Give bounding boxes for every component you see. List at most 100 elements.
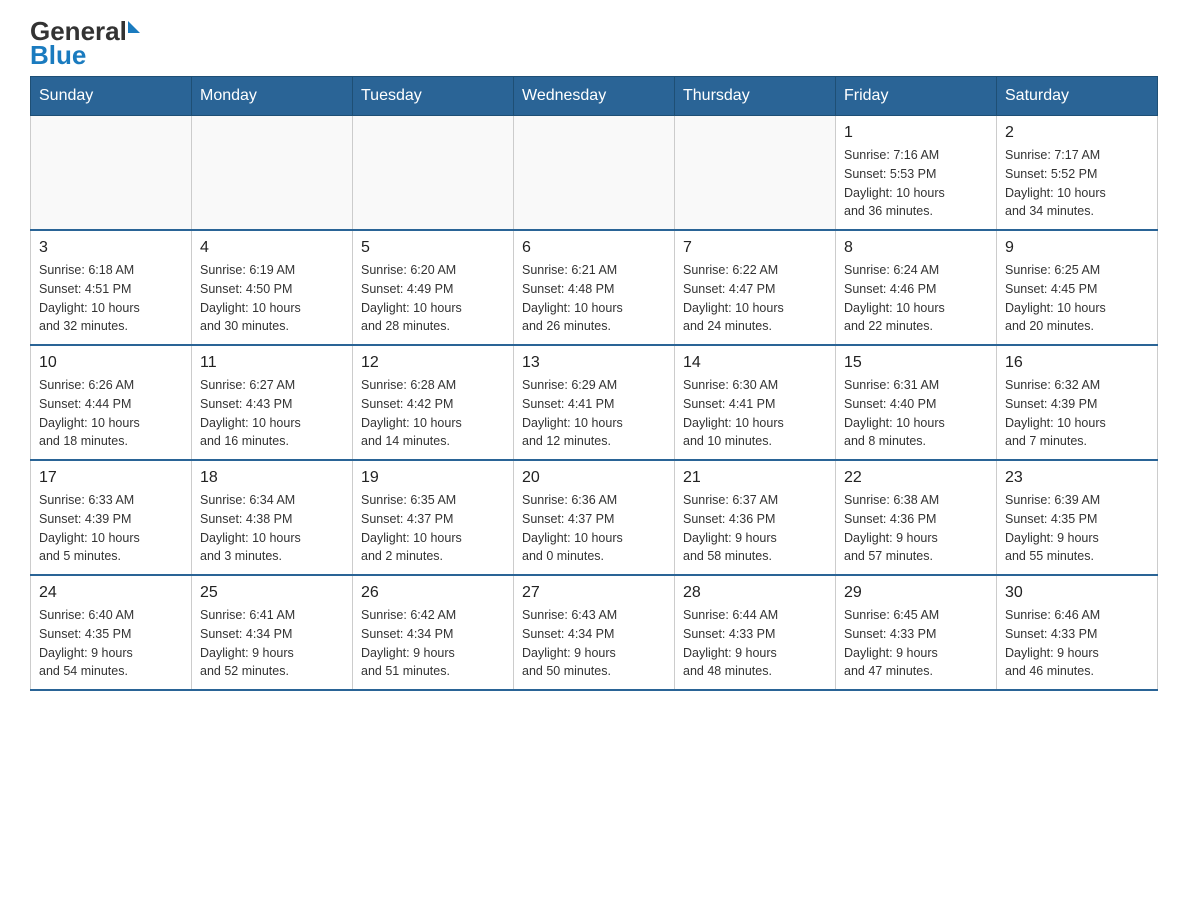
calendar-cell: 4 Sunrise: 6:19 AM Sunset: 4:50 PM Daylig… [192, 230, 353, 345]
day-number: 1 [844, 124, 988, 142]
calendar-cell: 26 Sunrise: 6:42 AM Sunset: 4:34 PM Dayli… [353, 575, 514, 690]
logo-triangle-icon [128, 21, 140, 33]
day-number: 6 [522, 239, 666, 257]
calendar-cell: 23 Sunrise: 6:39 AM Sunset: 4:35 PM Dayli… [997, 460, 1158, 575]
day-number: 5 [361, 239, 505, 257]
calendar-cell: 29 Sunrise: 6:45 AM Sunset: 4:33 PM Dayli… [836, 575, 997, 690]
day-info: Sunrise: 6:24 AM Sunset: 4:46 PM Dayligh… [844, 261, 988, 336]
day-info: Sunrise: 6:41 AM Sunset: 4:34 PM Dayligh… [200, 606, 344, 681]
day-number: 10 [39, 354, 183, 372]
day-number: 3 [39, 239, 183, 257]
calendar-cell: 13 Sunrise: 6:29 AM Sunset: 4:41 PM Dayli… [514, 345, 675, 460]
day-info: Sunrise: 6:46 AM Sunset: 4:33 PM Dayligh… [1005, 606, 1149, 681]
day-info: Sunrise: 6:25 AM Sunset: 4:45 PM Dayligh… [1005, 261, 1149, 336]
calendar-cell: 12Sunrise: 6:28 AM Sunset: 4:42 PM Dayli… [353, 345, 514, 460]
day-info: Sunrise: 6:31 AM Sunset: 4:40 PM Dayligh… [844, 376, 988, 451]
day-info: Sunrise: 6:26 AM Sunset: 4:44 PM Dayligh… [39, 376, 183, 451]
day-number: 24 [39, 584, 183, 602]
weekday-header-wednesday: Wednesday [514, 77, 675, 116]
day-info: Sunrise: 6:28 AM Sunset: 4:42 PM Dayligh… [361, 376, 505, 451]
day-number: 25 [200, 584, 344, 602]
day-info: Sunrise: 6:42 AM Sunset: 4:34 PM Dayligh… [361, 606, 505, 681]
calendar-cell: 20 Sunrise: 6:36 AM Sunset: 4:37 PM Dayli… [514, 460, 675, 575]
day-info: Sunrise: 6:34 AM Sunset: 4:38 PM Dayligh… [200, 491, 344, 566]
weekday-header-row: SundayMondayTuesdayWednesdayThursdayFrid… [31, 77, 1158, 116]
logo: General Blue [30, 18, 140, 68]
calendar-cell: 1Sunrise: 7:16 AM Sunset: 5:53 PM Daylig… [836, 116, 997, 231]
day-number: 14 [683, 354, 827, 372]
day-info: Sunrise: 6:30 AM Sunset: 4:41 PM Dayligh… [683, 376, 827, 451]
calendar-cell: 18 Sunrise: 6:34 AM Sunset: 4:38 PM Dayli… [192, 460, 353, 575]
calendar-cell: 28 Sunrise: 6:44 AM Sunset: 4:33 PM Dayli… [675, 575, 836, 690]
day-number: 16 [1005, 354, 1149, 372]
calendar-cell: 6 Sunrise: 6:21 AM Sunset: 4:48 PM Daylig… [514, 230, 675, 345]
day-number: 4 [200, 239, 344, 257]
day-info: Sunrise: 6:37 AM Sunset: 4:36 PM Dayligh… [683, 491, 827, 566]
day-info: Sunrise: 6:33 AM Sunset: 4:39 PM Dayligh… [39, 491, 183, 566]
calendar-cell: 16 Sunrise: 6:32 AM Sunset: 4:39 PM Dayli… [997, 345, 1158, 460]
week-row-5: 24 Sunrise: 6:40 AM Sunset: 4:35 PM Dayli… [31, 575, 1158, 690]
day-info: Sunrise: 6:40 AM Sunset: 4:35 PM Dayligh… [39, 606, 183, 681]
calendar-cell: 30 Sunrise: 6:46 AM Sunset: 4:33 PM Dayli… [997, 575, 1158, 690]
week-row-2: 3 Sunrise: 6:18 AM Sunset: 4:51 PM Daylig… [31, 230, 1158, 345]
day-info: Sunrise: 6:36 AM Sunset: 4:37 PM Dayligh… [522, 491, 666, 566]
day-info: Sunrise: 6:22 AM Sunset: 4:47 PM Dayligh… [683, 261, 827, 336]
calendar-cell [31, 116, 192, 231]
day-number: 17 [39, 469, 183, 487]
calendar-cell: 14 Sunrise: 6:30 AM Sunset: 4:41 PM Dayli… [675, 345, 836, 460]
day-info: Sunrise: 6:19 AM Sunset: 4:50 PM Dayligh… [200, 261, 344, 336]
calendar-cell: 25 Sunrise: 6:41 AM Sunset: 4:34 PM Dayli… [192, 575, 353, 690]
calendar-cell: 19 Sunrise: 6:35 AM Sunset: 4:37 PM Dayli… [353, 460, 514, 575]
calendar-cell: 8 Sunrise: 6:24 AM Sunset: 4:46 PM Daylig… [836, 230, 997, 345]
day-number: 22 [844, 469, 988, 487]
day-number: 20 [522, 469, 666, 487]
calendar-cell: 10 Sunrise: 6:26 AM Sunset: 4:44 PM Dayli… [31, 345, 192, 460]
day-info: Sunrise: 6:18 AM Sunset: 4:51 PM Dayligh… [39, 261, 183, 336]
day-number: 30 [1005, 584, 1149, 602]
calendar-cell [192, 116, 353, 231]
day-info: Sunrise: 6:29 AM Sunset: 4:41 PM Dayligh… [522, 376, 666, 451]
week-row-1: 1Sunrise: 7:16 AM Sunset: 5:53 PM Daylig… [31, 116, 1158, 231]
day-number: 29 [844, 584, 988, 602]
header: General Blue [0, 0, 1188, 76]
calendar-cell [353, 116, 514, 231]
weekday-header-saturday: Saturday [997, 77, 1158, 116]
week-row-3: 10 Sunrise: 6:26 AM Sunset: 4:44 PM Dayli… [31, 345, 1158, 460]
calendar-cell: 11Sunrise: 6:27 AM Sunset: 4:43 PM Dayli… [192, 345, 353, 460]
day-number: 8 [844, 239, 988, 257]
day-number: 9 [1005, 239, 1149, 257]
day-info: Sunrise: 7:17 AM Sunset: 5:52 PM Dayligh… [1005, 146, 1149, 221]
day-info: Sunrise: 6:35 AM Sunset: 4:37 PM Dayligh… [361, 491, 505, 566]
day-number: 19 [361, 469, 505, 487]
day-number: 26 [361, 584, 505, 602]
calendar-cell: 7 Sunrise: 6:22 AM Sunset: 4:47 PM Daylig… [675, 230, 836, 345]
logo-blue-text: Blue [30, 42, 86, 68]
weekday-header-tuesday: Tuesday [353, 77, 514, 116]
day-info: Sunrise: 6:32 AM Sunset: 4:39 PM Dayligh… [1005, 376, 1149, 451]
day-number: 21 [683, 469, 827, 487]
day-number: 18 [200, 469, 344, 487]
day-info: Sunrise: 6:21 AM Sunset: 4:48 PM Dayligh… [522, 261, 666, 336]
calendar-cell: 22 Sunrise: 6:38 AM Sunset: 4:36 PM Dayli… [836, 460, 997, 575]
day-number: 28 [683, 584, 827, 602]
day-number: 23 [1005, 469, 1149, 487]
calendar-cell: 3 Sunrise: 6:18 AM Sunset: 4:51 PM Daylig… [31, 230, 192, 345]
calendar-table: SundayMondayTuesdayWednesdayThursdayFrid… [30, 76, 1158, 691]
calendar-cell [675, 116, 836, 231]
day-number: 13 [522, 354, 666, 372]
day-info: Sunrise: 6:44 AM Sunset: 4:33 PM Dayligh… [683, 606, 827, 681]
day-info: Sunrise: 6:27 AM Sunset: 4:43 PM Dayligh… [200, 376, 344, 451]
day-number: 2 [1005, 124, 1149, 142]
day-info: Sunrise: 6:45 AM Sunset: 4:33 PM Dayligh… [844, 606, 988, 681]
calendar-cell: 15Sunrise: 6:31 AM Sunset: 4:40 PM Dayli… [836, 345, 997, 460]
day-info: Sunrise: 6:20 AM Sunset: 4:49 PM Dayligh… [361, 261, 505, 336]
weekday-header-friday: Friday [836, 77, 997, 116]
week-row-4: 17 Sunrise: 6:33 AM Sunset: 4:39 PM Dayli… [31, 460, 1158, 575]
day-info: Sunrise: 6:39 AM Sunset: 4:35 PM Dayligh… [1005, 491, 1149, 566]
day-info: Sunrise: 6:38 AM Sunset: 4:36 PM Dayligh… [844, 491, 988, 566]
day-number: 7 [683, 239, 827, 257]
day-number: 27 [522, 584, 666, 602]
day-info: Sunrise: 6:43 AM Sunset: 4:34 PM Dayligh… [522, 606, 666, 681]
calendar-cell: 17 Sunrise: 6:33 AM Sunset: 4:39 PM Dayli… [31, 460, 192, 575]
weekday-header-sunday: Sunday [31, 77, 192, 116]
